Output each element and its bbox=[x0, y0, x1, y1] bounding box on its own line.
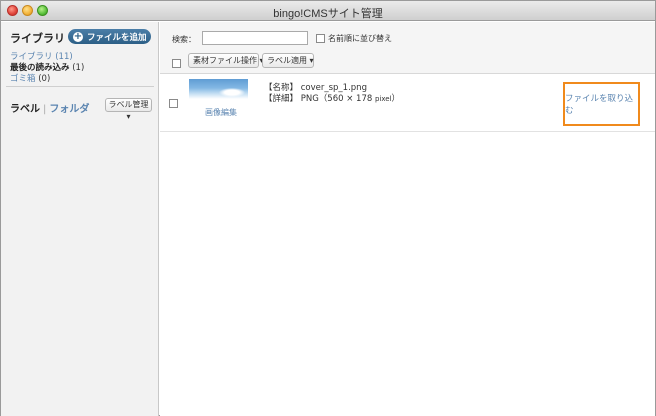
file-name: cover_sp_1.png bbox=[300, 83, 367, 93]
nav-item-count: (0) bbox=[38, 74, 51, 84]
nav-item-last-import[interactable]: 最後の読み込み (1) bbox=[10, 63, 84, 74]
window-title: bingo!CMSサイト管理 bbox=[273, 8, 383, 20]
sidebar-divider bbox=[6, 86, 154, 87]
sort-by-name-checkbox[interactable] bbox=[316, 34, 325, 43]
file-detail-label: 【詳細】 bbox=[264, 94, 299, 104]
library-heading: ライブラリ bbox=[10, 32, 65, 45]
toolbar: 検索： 名前順に並び替え 素材ファイル操作 ▾ ラベル適用 ▾ bbox=[160, 22, 655, 74]
main-panel: 検索： 名前順に並び替え 素材ファイル操作 ▾ ラベル適用 ▾ 画像編集 【名称… bbox=[160, 22, 655, 416]
sidebar: ライブラリ + ファイルを追加 ライブラリ (11) 最後の読み込み (1) ゴ… bbox=[1, 22, 159, 416]
add-file-label: ファイルを追加 bbox=[87, 32, 147, 43]
tab-folder[interactable]: フォルダ bbox=[49, 104, 89, 115]
edit-image-link[interactable]: 画像編集 bbox=[205, 107, 237, 118]
add-file-button[interactable]: + ファイルを追加 bbox=[68, 29, 151, 44]
file-operations-dropdown[interactable]: 素材ファイル操作 ▾ bbox=[188, 53, 264, 68]
file-thumbnail[interactable] bbox=[189, 79, 248, 99]
tab-separator: | bbox=[43, 104, 47, 115]
file-meta: 【名称】 cover_sp_1.png 【詳細】 PNG（560 × 178 p… bbox=[264, 83, 400, 105]
file-detail-close: ） bbox=[391, 94, 401, 104]
nav-item-library[interactable]: ライブラリ (11) bbox=[10, 52, 84, 63]
label-manage-dropdown[interactable]: ラベル管理 ▾ bbox=[105, 98, 152, 121]
file-select-checkbox[interactable] bbox=[169, 99, 178, 108]
nav-item-count: (1) bbox=[72, 63, 85, 73]
label-folder-tabs: ラベル | フォルダ bbox=[10, 100, 89, 115]
search-input[interactable] bbox=[202, 31, 308, 45]
import-file-link[interactable]: ファイルを取り込む bbox=[565, 92, 638, 116]
nav-item-label: ライブラリ bbox=[10, 52, 53, 62]
sort-by-name-label: 名前順に並び替え bbox=[328, 34, 392, 43]
import-highlight-box: ファイルを取り込む bbox=[563, 82, 640, 126]
file-name-line: 【名称】 cover_sp_1.png bbox=[264, 83, 400, 94]
search-label: 検索： bbox=[172, 35, 196, 44]
file-detail-unit: pixel bbox=[374, 95, 392, 103]
file-row: 画像編集 【名称】 cover_sp_1.png 【詳細】 PNG（560 × … bbox=[160, 75, 655, 132]
nav-item-trash[interactable]: ゴミ箱 (0) bbox=[10, 74, 84, 85]
file-name-label: 【名称】 bbox=[264, 83, 299, 93]
plus-icon: + bbox=[73, 30, 83, 42]
nav-item-count: (11) bbox=[55, 52, 73, 62]
tab-label[interactable]: ラベル bbox=[10, 104, 40, 115]
title-bar: bingo!CMSサイト管理 bbox=[1, 1, 655, 21]
file-detail: PNG（560 × 178 bbox=[300, 94, 373, 104]
library-nav: ライブラリ (11) 最後の読み込み (1) ゴミ箱 (0) bbox=[10, 52, 84, 85]
select-all-checkbox[interactable] bbox=[172, 59, 181, 68]
app-window: bingo!CMSサイト管理 ライブラリ + ファイルを追加 ライブラリ (11… bbox=[0, 0, 656, 416]
file-detail-line: 【詳細】 PNG（560 × 178 pixel） bbox=[264, 94, 400, 105]
apply-label-dropdown[interactable]: ラベル適用 ▾ bbox=[262, 53, 314, 68]
nav-item-label: ゴミ箱 bbox=[10, 74, 36, 84]
nav-item-label: 最後の読み込み bbox=[10, 63, 70, 73]
